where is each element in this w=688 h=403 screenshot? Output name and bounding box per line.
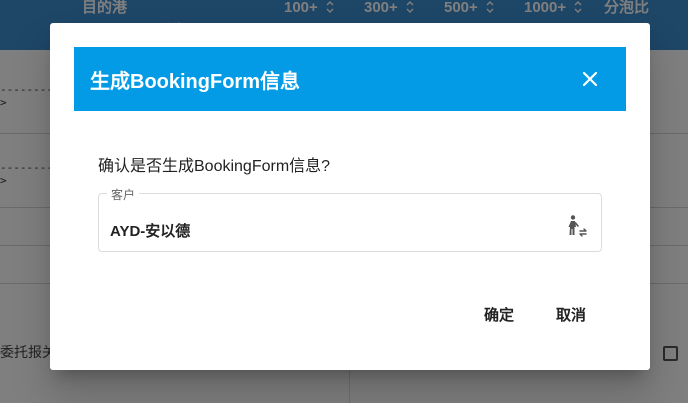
confirm-message: 确认是否生成BookingForm信息? <box>98 158 331 175</box>
customer-field[interactable]: 客户 AYD-安以德 <box>98 186 602 252</box>
dialog-header: 生成BookingForm信息 <box>74 47 626 111</box>
cancel-button[interactable]: 取消 <box>544 299 598 329</box>
close-icon <box>582 71 598 87</box>
confirm-button[interactable]: 确定 <box>472 299 526 329</box>
booking-form-dialog: 生成BookingForm信息 确认是否生成BookingForm信息? 客户 … <box>50 23 650 370</box>
person-transfer-icon[interactable] <box>565 214 589 238</box>
customer-field-value[interactable]: AYD-安以德 <box>110 220 190 241</box>
dialog-title: 生成BookingForm信息 <box>90 70 300 93</box>
close-button[interactable] <box>574 63 606 95</box>
customer-field-label: 客户 <box>107 186 140 203</box>
